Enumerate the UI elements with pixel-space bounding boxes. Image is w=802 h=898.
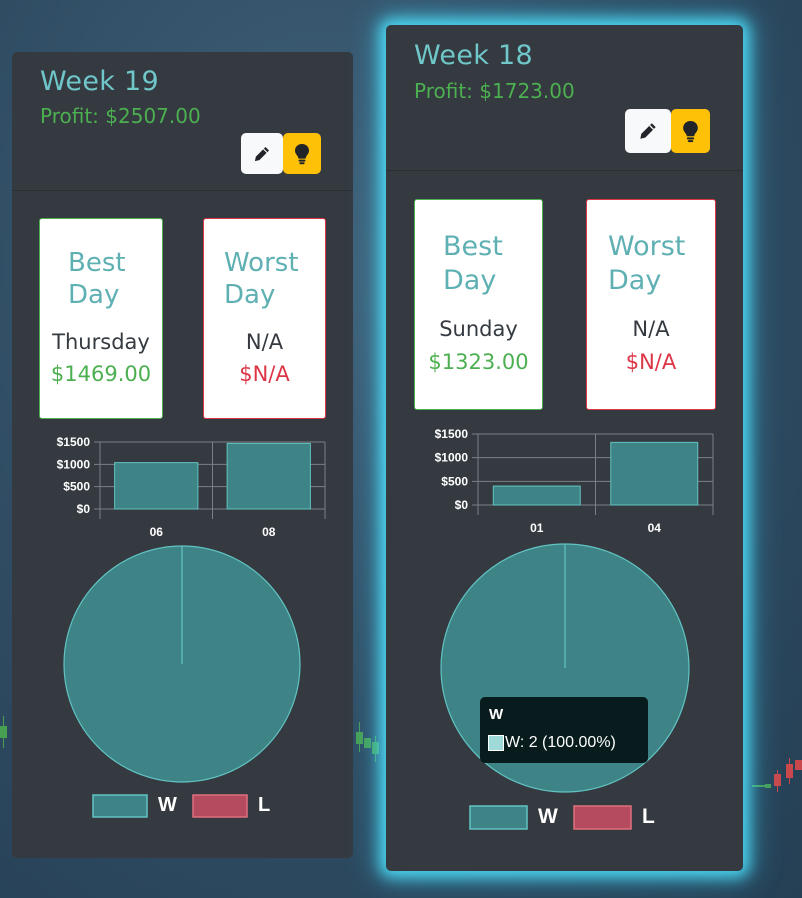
legend-label-loss: L (642, 805, 655, 828)
worst-day-value: $N/A (625, 350, 677, 374)
y-tick-label: $1000 (435, 451, 469, 465)
pencil-icon (640, 123, 656, 139)
tip-button[interactable] (283, 133, 321, 174)
tip-button[interactable] (671, 109, 710, 153)
legend-item-loss[interactable]: L (192, 794, 270, 822)
bar-chart: $1500 $1000 $500 $0 01 04 (435, 427, 714, 535)
pie-tooltip: W W: 2 (100.00%) (480, 697, 648, 763)
worst-day-value: $N/A (239, 362, 290, 386)
best-day-value: $1323.00 (428, 350, 529, 374)
edit-button[interactable] (241, 133, 283, 174)
x-tick-label: 01 (530, 521, 544, 535)
bar[interactable] (114, 462, 199, 510)
best-day-value: $1469.00 (50, 362, 152, 386)
legend-label-win: W (158, 794, 177, 816)
legend-label-loss: L (258, 794, 271, 816)
y-tick-label: $500 (63, 480, 90, 494)
legend-swatch-loss (573, 805, 632, 830)
best-day-box: Best Day Sunday $1323.00 (414, 199, 543, 410)
best-day-heading: Best Day (68, 248, 126, 310)
edit-button[interactable] (625, 109, 671, 153)
legend-item-win[interactable]: W (92, 794, 177, 822)
legend-item-loss[interactable]: L (573, 805, 655, 835)
bar-chart: $1500 $1000 $500 $0 06 08 (57, 435, 326, 539)
y-tick-label: $1500 (435, 427, 469, 441)
pencil-icon (255, 146, 269, 161)
worst-day-name: N/A (245, 330, 284, 354)
tooltip-swatch (488, 735, 504, 751)
legend-label-win: W (538, 805, 558, 828)
x-tick-label: 04 (648, 521, 662, 535)
worst-day-heading: Worst Day (608, 231, 686, 296)
card-title: Week 18 (414, 40, 534, 71)
card-title: Week 19 (40, 66, 160, 97)
week-card-18: Week 18 Profit: $1723.00 Best Day Sunday … (386, 25, 743, 871)
week-card-19: Week 19 Profit: $2507.00 Best Day Thursda… (12, 52, 353, 858)
legend-swatch-win (469, 805, 528, 830)
best-day-heading: Best Day (443, 231, 503, 296)
card-divider (386, 170, 743, 171)
bar[interactable] (610, 441, 699, 506)
worst-day-box: Worst Day N/A $N/A (203, 218, 326, 419)
legend-swatch-win (92, 794, 148, 818)
tooltip-text: W: 2 (100.00%) (505, 734, 616, 751)
bar[interactable] (226, 442, 311, 510)
tooltip-title: W (489, 706, 504, 723)
legend-item-win[interactable]: W (469, 805, 558, 835)
bar[interactable] (492, 485, 581, 506)
y-tick-label: $0 (77, 502, 91, 516)
card-divider (12, 190, 353, 191)
card-profit: Profit: $2507.00 (40, 104, 201, 128)
lightbulb-icon (295, 143, 309, 164)
legend-swatch-loss (192, 794, 248, 818)
best-day-name: Thursday (52, 330, 150, 354)
lightbulb-icon (683, 120, 698, 142)
worst-day-box: Worst Day N/A $N/A (586, 199, 716, 410)
worst-day-name: N/A (632, 317, 670, 341)
x-tick-label: 08 (262, 525, 276, 539)
card-profit: Profit: $1723.00 (414, 79, 575, 103)
y-tick-label: $1500 (57, 435, 91, 449)
y-tick-label: $1000 (57, 457, 91, 471)
best-day-box: Best Day Thursday $1469.00 (39, 218, 163, 419)
y-tick-label: $0 (455, 498, 469, 512)
worst-day-heading: Worst Day (224, 248, 299, 310)
pie-chart (63, 545, 301, 783)
x-tick-label: 06 (150, 525, 164, 539)
y-tick-label: $500 (441, 474, 468, 488)
best-day-name: Sunday (439, 317, 518, 341)
